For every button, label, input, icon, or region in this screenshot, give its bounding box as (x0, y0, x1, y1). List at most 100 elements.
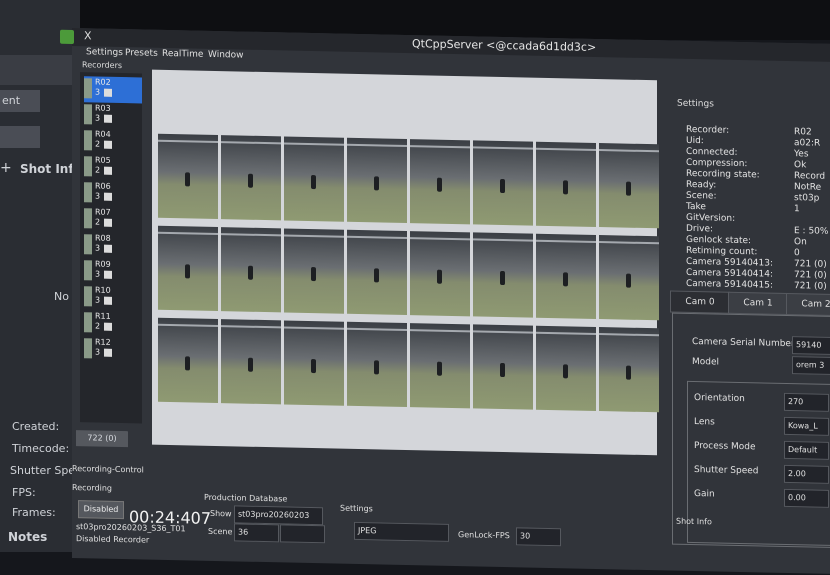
orientation-field[interactable]: 270 (784, 392, 829, 412)
recorder-status-swatch (84, 78, 92, 99)
recorder-camera-icon (104, 244, 112, 253)
camera-thumbnail[interactable] (284, 228, 344, 314)
subject-figure (311, 359, 316, 374)
recorder-count: 3 (95, 191, 101, 201)
recorder-item[interactable]: R10 3 (84, 284, 142, 311)
recorder-status-swatch (84, 208, 92, 229)
settings-key: Camera 59140413: (686, 256, 774, 269)
recorder-item[interactable]: R11 2 (84, 310, 142, 337)
camera-thumbnail[interactable] (158, 225, 218, 312)
settings-value: E : 50% (794, 226, 829, 237)
background-tab-button[interactable]: ent (0, 90, 40, 112)
camera-thumbnail[interactable] (599, 327, 659, 413)
recorder-item[interactable]: R12 3 (84, 336, 142, 363)
recorder-item[interactable]: R02 3 (84, 76, 142, 104)
recording-toggle-button[interactable]: Disabled (78, 500, 124, 520)
recorder-status-swatch (84, 130, 92, 151)
genlock-fps-field[interactable]: 30 (516, 527, 561, 547)
model-field[interactable]: orem 3 (792, 356, 830, 375)
camera-thumbnail[interactable] (536, 233, 596, 319)
recorder-item[interactable]: R05 2 (84, 154, 142, 181)
menu-presets[interactable]: Presets (125, 48, 158, 59)
recorder-name: R08 (95, 233, 111, 243)
camera-thumbnail[interactable] (473, 324, 533, 410)
tab-cam-0[interactable]: Cam 0 (670, 290, 730, 314)
camera-thumbnail[interactable] (284, 320, 344, 406)
camera-thumbnail[interactable] (599, 143, 659, 229)
add-icon[interactable]: + (0, 160, 12, 176)
subject-figure (311, 267, 316, 282)
shutter-speed-field[interactable]: 2.00 (784, 464, 829, 484)
gain-field[interactable]: 0.00 (784, 488, 829, 508)
lens-field[interactable]: Kowa_L (784, 416, 829, 436)
subject-figure (500, 178, 505, 194)
recording-control-title: Recording-Control (72, 464, 144, 475)
camera-thumbnail[interactable] (221, 135, 281, 221)
tab-cam-1[interactable]: Cam 1 (728, 291, 788, 315)
camera-thumbnail[interactable] (284, 136, 344, 222)
production-database-title: Production Database (204, 492, 288, 504)
recorder-name: R07 (95, 207, 111, 217)
genlock-fps-label: GenLock-FPS (458, 530, 510, 541)
menu-settings[interactable]: Settings (86, 47, 123, 58)
recorders-list[interactable]: R02 3 R03 3 R04 2 R05 2 R06 3 R07 2 R08 3 R09 3 R10 3 R11 2… (80, 72, 142, 424)
recorder-item[interactable]: R08 3 (84, 232, 142, 259)
recorder-item[interactable]: R04 2 (84, 128, 142, 155)
camera-thumbnail[interactable] (599, 235, 659, 321)
camera-thumbnail[interactable] (473, 232, 533, 318)
camera-thumbnail[interactable] (410, 139, 470, 225)
process-mode-field[interactable]: Default (784, 440, 829, 460)
subject-figure (437, 361, 442, 376)
recorder-item[interactable]: R06 3 (84, 180, 142, 207)
recorder-count: 3 (95, 113, 101, 123)
settings-key: Recording state: (686, 168, 760, 181)
orientation-label: Orientation (694, 393, 745, 405)
subject-figure (437, 177, 442, 192)
recorder-count: 2 (95, 165, 101, 175)
recorder-name: R12 (95, 337, 111, 347)
created-label: Created: (12, 420, 60, 433)
recorder-name: R03 (95, 103, 111, 113)
camera-thumbnail[interactable] (410, 323, 470, 409)
menu-realtime[interactable]: RealTime (162, 49, 203, 60)
settings-value: 1 (794, 204, 800, 215)
subject-figure (500, 270, 505, 286)
camera-thumbnail[interactable] (536, 141, 596, 227)
recorder-camera-icon (104, 296, 112, 305)
format-select[interactable]: JPEG (354, 521, 449, 542)
camera-thumbnail[interactable] (347, 137, 407, 224)
scene-field[interactable]: 36 (234, 523, 279, 543)
camera-thumbnail[interactable] (410, 231, 470, 317)
settings-key: Uid: (686, 135, 704, 147)
recorder-count: 3 (95, 347, 101, 357)
camera-thumbnail[interactable] (221, 319, 281, 405)
show-select[interactable]: st03pro20260203 (234, 505, 323, 526)
serial-field[interactable]: 59140 (792, 336, 830, 355)
recorder-item[interactable]: R03 3 (84, 102, 142, 129)
gain-label: Gain (694, 489, 715, 500)
recorder-count: 2 (95, 321, 101, 331)
background-toolbar (0, 55, 80, 85)
recorder-camera-icon (104, 166, 112, 175)
bottom-settings-title: Settings (340, 503, 373, 514)
recorders-title: Recorders (82, 60, 123, 71)
menu-window[interactable]: Window (208, 50, 244, 61)
camera-thumbnail[interactable] (347, 229, 407, 316)
recorder-item[interactable]: R07 2 (84, 206, 142, 233)
app-icon (60, 29, 74, 45)
camera-thumbnail[interactable] (536, 325, 596, 411)
camera-thumbnail[interactable] (473, 140, 533, 226)
recorder-count: 3 (95, 243, 101, 253)
recorder-camera-icon (104, 322, 112, 331)
settings-value: R02 (794, 127, 812, 138)
close-icon[interactable]: X (84, 29, 92, 42)
camera-thumbnail[interactable] (158, 317, 218, 404)
subject-figure (185, 264, 190, 279)
tab-cam-2[interactable]: Cam 2 (786, 292, 830, 317)
camera-thumbnail[interactable] (347, 321, 407, 408)
camera-thumbnail[interactable] (158, 133, 218, 220)
scene-extra-select[interactable] (280, 524, 325, 544)
camera-thumbnail[interactable] (221, 227, 281, 313)
recorder-item[interactable]: R09 3 (84, 258, 142, 285)
background-button[interactable] (0, 126, 40, 148)
